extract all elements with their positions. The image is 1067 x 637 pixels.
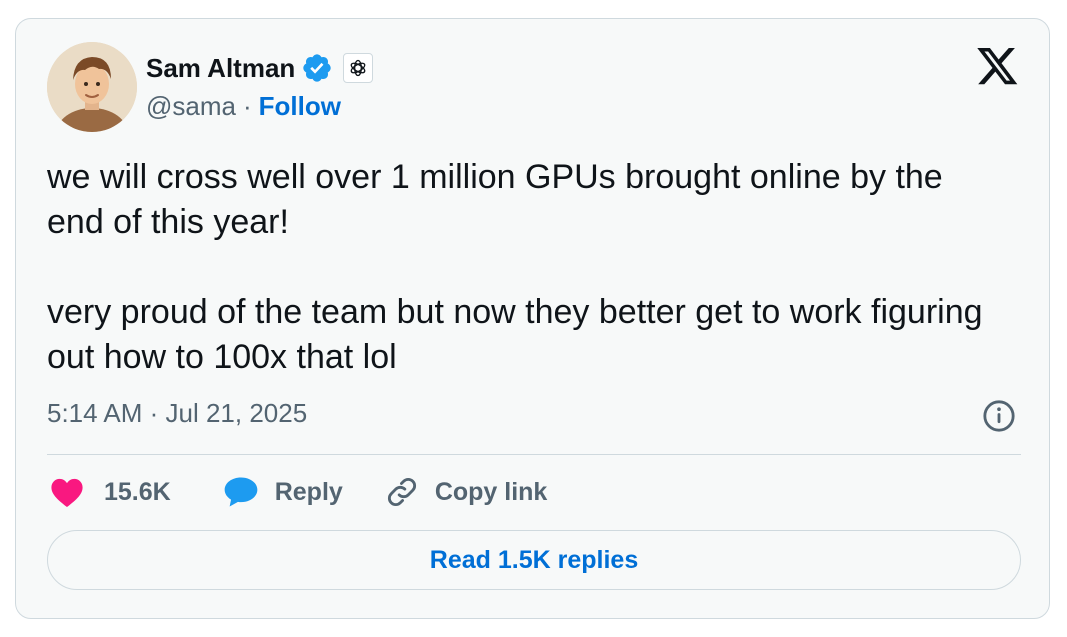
follow-button[interactable]: Follow [259,91,341,122]
tweet-timestamp[interactable]: 5:14 AM · Jul 21, 2025 [47,398,307,429]
author-name[interactable]: Sam Altman [146,53,295,84]
author-name-row: Sam Altman [146,51,374,85]
like-button[interactable]: 15.6K [50,476,171,508]
x-logo-icon[interactable] [977,48,1019,86]
read-replies-label: Read 1.5K replies [429,545,639,574]
separator-dot: · [242,91,252,121]
author-handle-row: @sama · Follow [146,91,341,122]
link-icon [385,475,419,509]
divider [47,454,1021,455]
speech-bubble-icon [223,476,259,508]
reply-button[interactable]: Reply [223,476,343,508]
reply-label: Reply [274,477,343,506]
avatar-illustration [47,42,137,132]
copy-link-label: Copy link [434,477,548,506]
author-handle[interactable]: @sama [146,91,236,122]
openai-logo-icon [343,53,374,83]
info-icon[interactable] [982,399,1016,433]
tweet-text: we will cross well over 1 million GPUs b… [47,155,1007,380]
copy-link-button[interactable]: Copy link [385,475,548,509]
heart-icon [50,476,84,508]
tweet-paragraph: we will cross well over 1 million GPUs b… [47,158,943,241]
action-bar: 15.6K Reply Copy link [50,469,547,515]
avatar[interactable] [47,42,137,132]
verified-badge-icon [301,52,333,84]
like-count: 15.6K [104,477,171,506]
tweet-paragraph: very proud of the team but now they bett… [47,293,983,376]
tweet-embed-card: Sam Altman @sama · Follow we will cross … [15,18,1050,619]
read-replies-button[interactable]: Read 1.5K replies [47,530,1021,590]
